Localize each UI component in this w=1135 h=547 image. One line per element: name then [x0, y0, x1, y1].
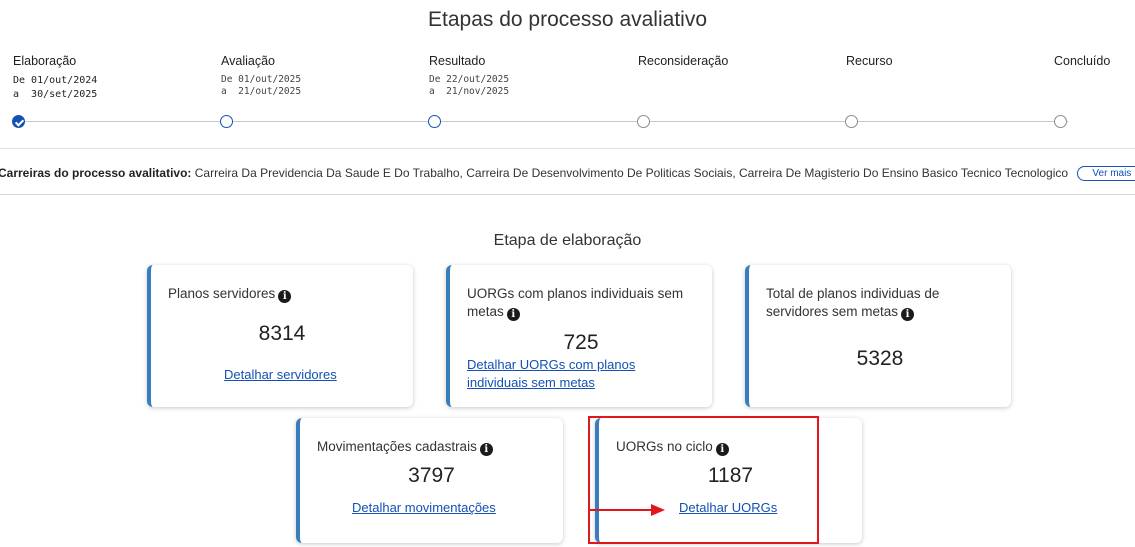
info-icon[interactable]: i: [278, 290, 292, 303]
page-title: Etapas do processo avaliativo: [428, 8, 707, 31]
divider: [0, 148, 1135, 149]
info-icon[interactable]: i: [479, 443, 493, 456]
step-pending-circle-icon: [1054, 115, 1067, 128]
ver-mais-button[interactable]: Ver mais: [1077, 166, 1135, 182]
step-done-check-icon: [12, 115, 25, 128]
step-avaliacao: Avaliação De 01/out/2025 a 21/out/2025: [221, 54, 301, 98]
card-value: 5328: [856, 347, 904, 370]
card-value: 3797: [408, 464, 455, 487]
careers-label: Carreiras do processo avalitativo:: [0, 166, 192, 180]
step-resultado: Resultado De 22/out/2025 a 21/nov/2025: [429, 54, 509, 98]
detalhar-servidores-link[interactable]: Detalhar servidores: [224, 366, 337, 384]
step-reconsideracao: Reconsideração: [638, 54, 728, 68]
step-label: Concluído: [1054, 54, 1111, 68]
card-value: 8314: [258, 322, 306, 345]
step-label: Resultado: [429, 54, 486, 68]
card-movimentacoes: Movimentações cadastrais i 3797 Detalhar …: [296, 418, 563, 543]
careers-line: Carreiras do processo avalitativo: Carre…: [0, 166, 1135, 182]
detalhar-movimentacoes-link[interactable]: Detalhar movimentações: [352, 499, 496, 517]
step-elaboracao: Elaboração De 01/out/2024 a 30/set/2025: [13, 54, 97, 102]
highlight-box: [588, 416, 819, 544]
timeline-line: [18, 121, 1068, 122]
step-pending-circle-icon: [637, 115, 650, 128]
card-value: 725: [563, 331, 599, 354]
section-title: Etapa de elaboração: [493, 232, 642, 249]
card-title: UORGs com planos individuais sem metas i: [467, 286, 684, 321]
step-label: Recurso: [846, 54, 893, 68]
card-uorgs-sem-metas: UORGs com planos individuais sem metas i …: [446, 265, 712, 407]
card-title: Movimentações cadastrais i: [317, 438, 493, 456]
card-title: Total de planos individuas de servidores…: [766, 286, 940, 321]
card-planos-servidores: Planos servidores i 8314 Detalhar servido…: [147, 265, 413, 407]
step-dates: De 01/out/2025 a 21/out/2025: [221, 74, 302, 97]
step-concluido: Concluído: [1054, 54, 1110, 68]
step-dates: De 01/out/2024 a 30/set/2025: [13, 75, 98, 100]
info-icon[interactable]: i: [901, 308, 915, 321]
step-dates: De 22/out/2025 a 21/nov/2025: [429, 74, 510, 97]
step-label: Elaboração: [13, 54, 77, 68]
step-label: Reconsideração: [638, 54, 729, 68]
detalhar-uorgs-sem-metas-link[interactable]: Detalhar UORGs com planos individuais se…: [467, 356, 687, 392]
process-timeline: Elaboração De 01/out/2024 a 30/set/2025 …: [0, 54, 1135, 134]
card-total-sem-metas: Total de planos individuas de servidores…: [745, 265, 1011, 407]
step-pending-circle-icon: [428, 115, 441, 128]
info-icon[interactable]: i: [506, 308, 520, 321]
card-title: Planos servidores i: [168, 285, 292, 303]
arrow-right-icon: [651, 504, 665, 516]
divider: [0, 194, 1135, 195]
step-pending-circle-icon: [845, 115, 858, 128]
step-pending-circle-icon: [220, 115, 233, 128]
careers-text: Carreira Da Previdencia Da Saude E Do Tr…: [191, 166, 1069, 180]
step-recurso: Recurso: [846, 54, 893, 68]
annotation-arrow-line: [590, 509, 652, 511]
step-label: Avaliação: [221, 54, 275, 68]
